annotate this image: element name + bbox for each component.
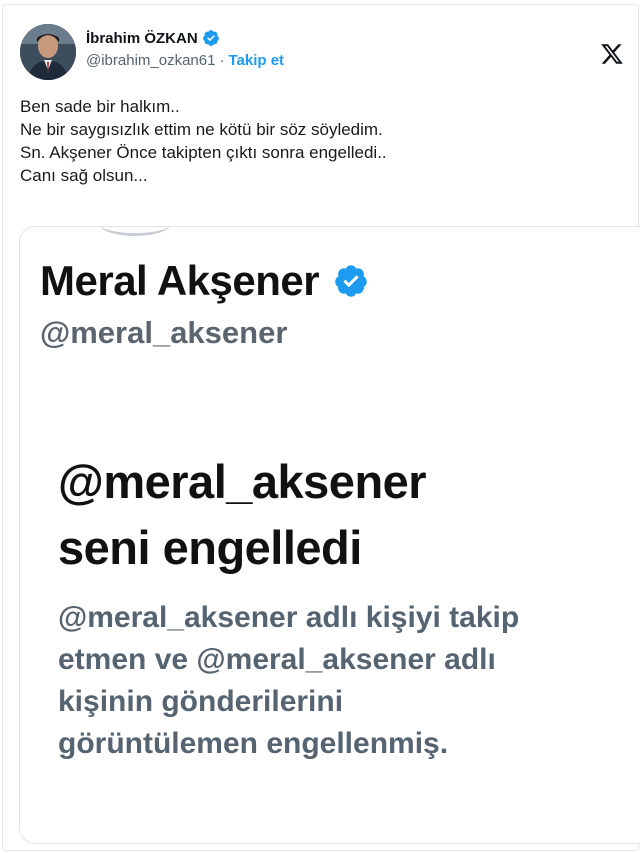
media-profile-name-row: Meral Akşener xyxy=(40,257,369,305)
tweet-line: Sn. Akşener Önce takipten çıktı sonra en… xyxy=(20,143,387,162)
tweet-line: Ben sade bir halkım.. xyxy=(20,97,180,116)
avatar[interactable] xyxy=(20,24,76,80)
author-info: İbrahim ÖZKAN @ibrahim_ozkan61 · Takip e… xyxy=(86,28,284,70)
author-handle-row: @ibrahim_ozkan61 · Takip et xyxy=(86,52,284,69)
media-top-arc xyxy=(100,227,170,236)
media-profile-name: Meral Akşener xyxy=(40,257,320,304)
tweet-line: Ne bir saygısızlık ettim ne kötü bir söz… xyxy=(20,120,383,139)
blocked-title-line: seni engelledi xyxy=(58,521,362,574)
tweet-media-image[interactable]: Meral Akşener @meral_aksener @meral_akse… xyxy=(19,226,640,844)
media-verified-badge-icon xyxy=(335,265,367,297)
tweet-card: İbrahim ÖZKAN @ibrahim_ozkan61 · Takip e… xyxy=(0,0,640,853)
tweet-text: Ben sade bir halkım.. Ne bir saygısızlık… xyxy=(20,95,620,187)
blocked-desc-line: etmen ve @meral_aksener adlı xyxy=(58,643,496,676)
verified-badge-icon xyxy=(202,30,219,46)
blocked-description: @meral_aksener adlı kişiyi takip etmen v… xyxy=(58,597,628,765)
follow-button[interactable]: Takip et xyxy=(228,52,284,69)
author-handle[interactable]: @ibrahim_ozkan61 xyxy=(86,52,215,69)
separator-dot: · xyxy=(219,52,225,69)
tweet-line: Canı sağ olsun... xyxy=(20,166,148,185)
blocked-desc-line: kişinin gönderilerini xyxy=(58,685,344,718)
author-name[interactable]: İbrahim ÖZKAN xyxy=(86,30,198,47)
author-name-row: İbrahim ÖZKAN xyxy=(86,28,284,48)
blocked-desc-line: @meral_aksener adlı kişiyi takip xyxy=(58,601,520,634)
blocked-title: @meral_aksener seni engelledi xyxy=(58,449,427,581)
media-profile-handle: @meral_aksener xyxy=(40,315,288,350)
blocked-desc-line: görüntülemen engellenmiş. xyxy=(58,727,449,760)
tweet-header: İbrahim ÖZKAN @ibrahim_ozkan61 · Takip e… xyxy=(20,20,640,80)
blocked-title-line: @meral_aksener xyxy=(58,455,427,508)
x-logo-icon[interactable] xyxy=(600,42,624,66)
